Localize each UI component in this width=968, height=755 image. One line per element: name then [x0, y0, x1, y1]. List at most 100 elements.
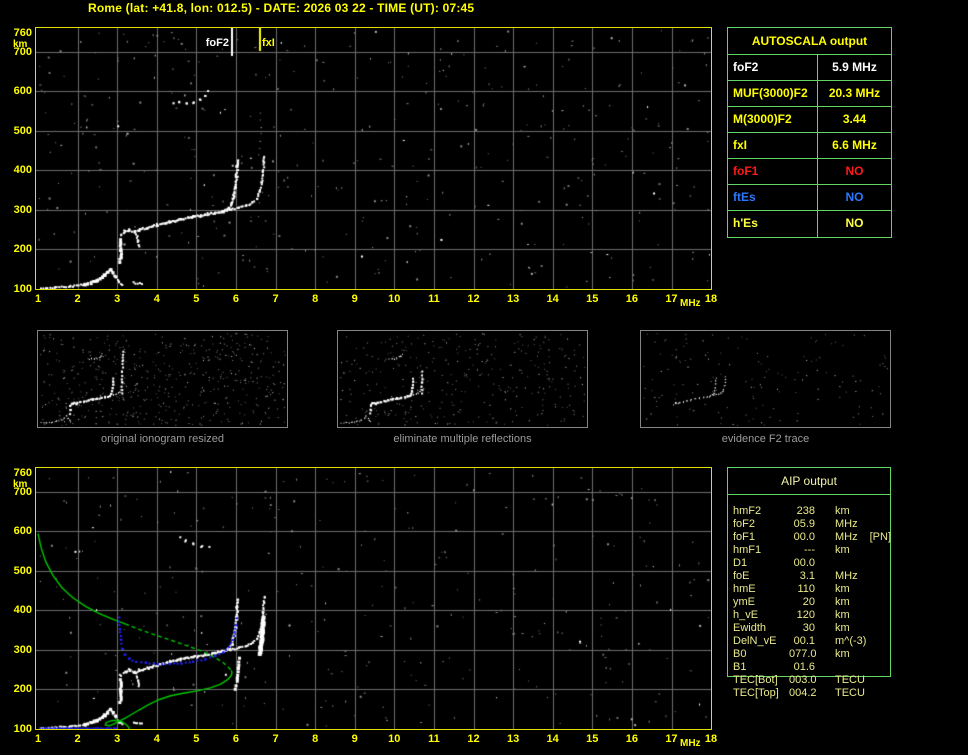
aip-row-unit: MHz — [835, 570, 858, 582]
x-tick-label: 8 — [312, 293, 319, 305]
x-tick-label: 14 — [546, 733, 559, 745]
aip-row-label: h_vE — [733, 609, 759, 621]
aip-row-unit: km — [835, 622, 850, 634]
aip-row-label: Ewidth — [733, 622, 767, 634]
autoscala-output-table: AUTOSCALA output foF2 5.9 MHz MUF(3000)F2 2… — [727, 27, 892, 238]
x-tick-label: 9 — [351, 293, 358, 305]
x-axis-unit-label: MHz — [680, 298, 701, 309]
aip-row-value: --- — [804, 544, 815, 556]
y-tick-label: 400 — [13, 164, 32, 176]
aip-row-unit: km — [835, 505, 850, 517]
autoscala-row-fxi: fxI 6.6 MHz — [728, 133, 891, 159]
autoscala-row-value: NO — [845, 216, 864, 230]
y-tick-label: 400 — [13, 604, 32, 616]
aip-row-tecbot: TEC[Bot] 003.0 TECU — [727, 674, 907, 687]
page-title: Rome (lat: +41.8, lon: 012.5) - DATE: 20… — [88, 1, 475, 15]
y-tick-label: 200 — [13, 243, 32, 255]
aip-row-unit: TECU — [835, 687, 865, 699]
thumbnail-caption-evidence: evidence F2 trace — [721, 433, 810, 445]
aip-row-hmf1: hmF1 --- km — [727, 544, 907, 557]
aip-row-unit: km — [835, 583, 850, 595]
aip-row-value: 3.1 — [799, 570, 815, 582]
autoscala-row-value: 20.3 MHz — [828, 86, 881, 100]
aip-row-b0: B0 077.0 km — [727, 648, 907, 661]
aip-rows: hmF2 238 km foF2 05.9 MHz foF1 00.0 MHz [PN] hmF1 -… — [727, 505, 907, 700]
aip-row-hve: h_vE 120 km — [727, 609, 907, 622]
aip-row-unit: MHz — [835, 531, 858, 543]
aip-row-delnve: DelN_vE 00.1 m^(-3) — [727, 635, 907, 648]
aip-row-yme: ymE 20 km — [727, 596, 907, 609]
autoscala-row-value: 5.9 MHz — [832, 60, 877, 74]
autoscala-row-value: 6.6 MHz — [832, 138, 877, 152]
aip-row-unit: TECU — [835, 674, 865, 686]
aip-row-label: TEC[Top] — [733, 687, 779, 699]
aip-row-unit: m^(-3) — [835, 635, 867, 647]
x-tick-label: 7 — [272, 293, 279, 305]
aip-row-label: foE — [733, 570, 750, 582]
aip-row-value: 00.1 — [793, 635, 815, 647]
aip-row-value: 004.2 — [789, 687, 817, 699]
aip-row-label: B0 — [733, 648, 747, 660]
aip-row-foe: foE 3.1 MHz — [727, 570, 907, 583]
aip-row-unit: km — [835, 544, 850, 556]
autoscala-row-label: h'Es — [728, 211, 818, 237]
x-tick-label: 9 — [351, 733, 358, 745]
y-tick-label: 200 — [13, 683, 32, 695]
aip-row-hmf2: hmF2 238 km — [727, 505, 907, 518]
x-tick-label: 5 — [193, 733, 200, 745]
aip-row-unit: km — [835, 648, 850, 660]
y-tick-label: 500 — [13, 565, 32, 577]
x-tick-label: 6 — [232, 733, 239, 745]
aip-row-label: hmF1 — [733, 544, 762, 556]
y-tick-label: 100 — [13, 283, 32, 295]
x-tick-label: 6 — [232, 293, 239, 305]
y-tick-label: 300 — [13, 204, 32, 216]
fxI-marker-label: fxI — [262, 37, 275, 49]
aip-row-label: B1 — [733, 661, 747, 673]
autoscala-window: { "title": "Rome (lat: +41.8, lon: 012.5… — [0, 0, 968, 755]
x-tick-label: 13 — [506, 733, 520, 745]
aip-row-label: TEC[Bot] — [733, 674, 778, 686]
x-tick-label: 5 — [193, 293, 200, 305]
aip-row-label: DelN_vE — [733, 635, 777, 647]
x-tick-label: 3 — [114, 293, 121, 305]
aip-row-unit: MHz — [835, 518, 858, 530]
autoscala-row-value: NO — [845, 190, 864, 204]
aip-row-value: 00.0 — [793, 531, 815, 543]
y-tick-label: 760 — [13, 27, 32, 39]
aip-table-header: AIP output — [728, 468, 890, 495]
aip-row-label: ymE — [733, 596, 755, 608]
aip-row-label: foF2 — [733, 518, 756, 530]
x-tick-label: 10 — [388, 733, 401, 745]
aip-row-unit: km — [835, 596, 850, 608]
autoscala-row-m3000f2: M(3000)F2 3.44 — [728, 107, 891, 133]
aip-row-label: hmE — [733, 583, 756, 595]
x-tick-label: 2 — [74, 293, 81, 305]
x-tick-label: 3 — [114, 733, 121, 745]
y-tick-label: 760 — [13, 467, 32, 479]
aip-row-value: 003.0 — [789, 674, 817, 686]
autoscala-row-label: ftEs — [728, 185, 818, 210]
aip-row-fof1: foF1 00.0 MHz [PN] — [727, 531, 907, 544]
autoscala-row-label: fxI — [728, 133, 818, 158]
x-axis-unit-label: MHz — [680, 738, 701, 749]
x-tick-label: 8 — [312, 733, 319, 745]
x-tick-label: 18 — [704, 293, 718, 305]
aip-row-value: 120 — [796, 609, 815, 621]
thumbnail-canvas-evidence — [641, 331, 890, 427]
aip-row-note: [PN] — [869, 531, 892, 543]
aip-row-value: 05.9 — [793, 518, 815, 530]
x-tick-label: 15 — [586, 733, 599, 745]
thumbnail-original-ionogram — [37, 330, 288, 428]
autoscala-row-value: 3.44 — [842, 112, 867, 126]
x-tick-label: 14 — [546, 293, 559, 305]
aip-row-unit: km — [835, 609, 850, 621]
y-tick-label: 600 — [13, 85, 32, 97]
autoscala-row-muf3000f2: MUF(3000)F2 20.3 MHz — [728, 81, 891, 107]
x-tick-label: 16 — [625, 733, 638, 745]
thumbnail-caption-eliminate: eliminate multiple reflections — [393, 433, 532, 445]
y-axis-unit-label: km — [13, 479, 28, 490]
aip-row-b1: B1 01.6 — [727, 661, 907, 674]
aip-row-label: D1 — [733, 557, 748, 569]
aip-row-hme: hmE 110 km — [727, 583, 907, 596]
